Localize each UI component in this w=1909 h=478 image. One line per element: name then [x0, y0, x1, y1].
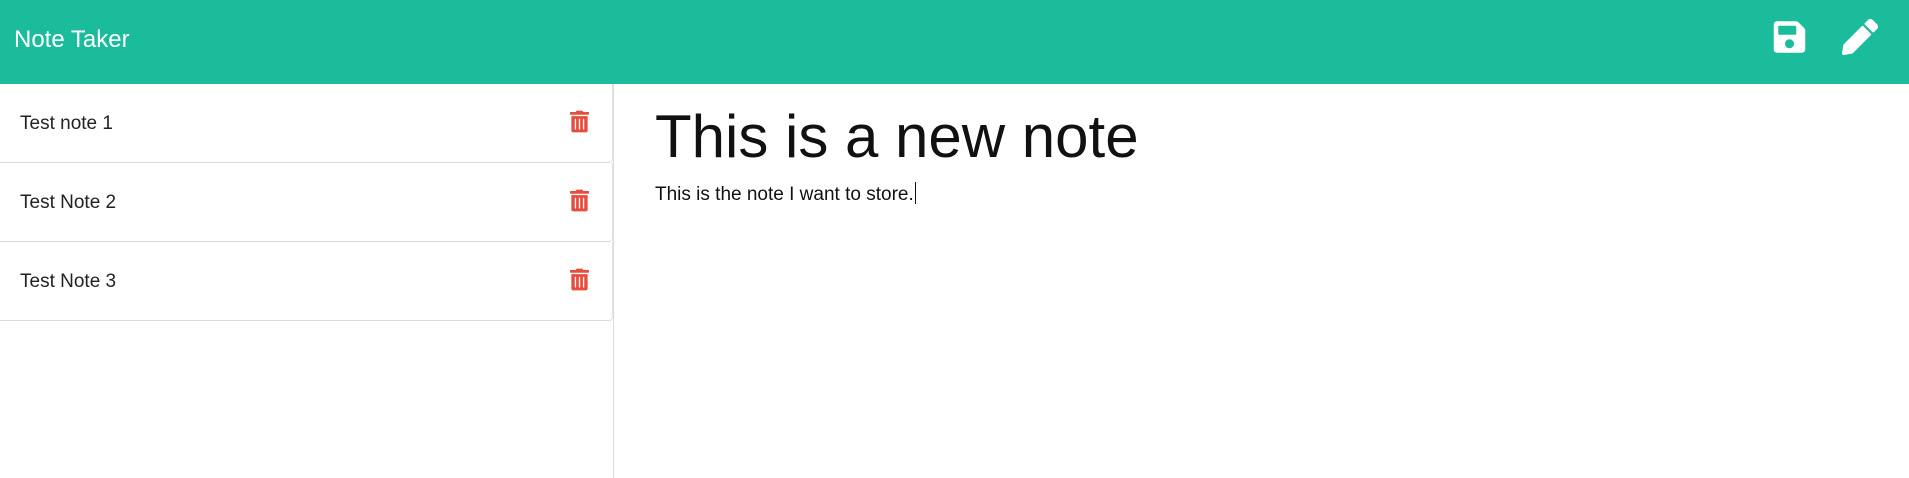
- app-title[interactable]: Note Taker: [14, 0, 130, 84]
- trash-icon[interactable]: [570, 110, 589, 133]
- note-list-panel: Test note 1 Test Note 2 Test Note 3: [0, 84, 614, 478]
- note-list-item[interactable]: Test Note 2: [0, 163, 613, 242]
- note-text: This is the note I want to store.: [655, 184, 914, 205]
- note-title[interactable]: Test Note 3: [20, 242, 116, 321]
- new-note-pencil-icon[interactable]: [1842, 19, 1878, 55]
- text-cursor: [914, 182, 916, 204]
- note-text-area[interactable]: This is the note I want to store.: [655, 182, 916, 208]
- note-list-item[interactable]: Test Note 3: [0, 242, 613, 321]
- trash-icon[interactable]: [570, 189, 589, 212]
- save-note-icon[interactable]: [1773, 19, 1806, 55]
- navbar: Note Taker: [0, 0, 1909, 84]
- note-title-input[interactable]: This is a new note: [655, 98, 1139, 176]
- note-list: Test note 1 Test Note 2 Test Note 3: [0, 84, 613, 321]
- note-title[interactable]: Test note 1: [20, 84, 113, 163]
- note-title[interactable]: Test Note 2: [20, 163, 116, 242]
- trash-icon[interactable]: [570, 268, 589, 291]
- note-list-item[interactable]: Test note 1: [0, 84, 613, 163]
- note-editor: This is a new note This is the note I wa…: [615, 84, 1909, 478]
